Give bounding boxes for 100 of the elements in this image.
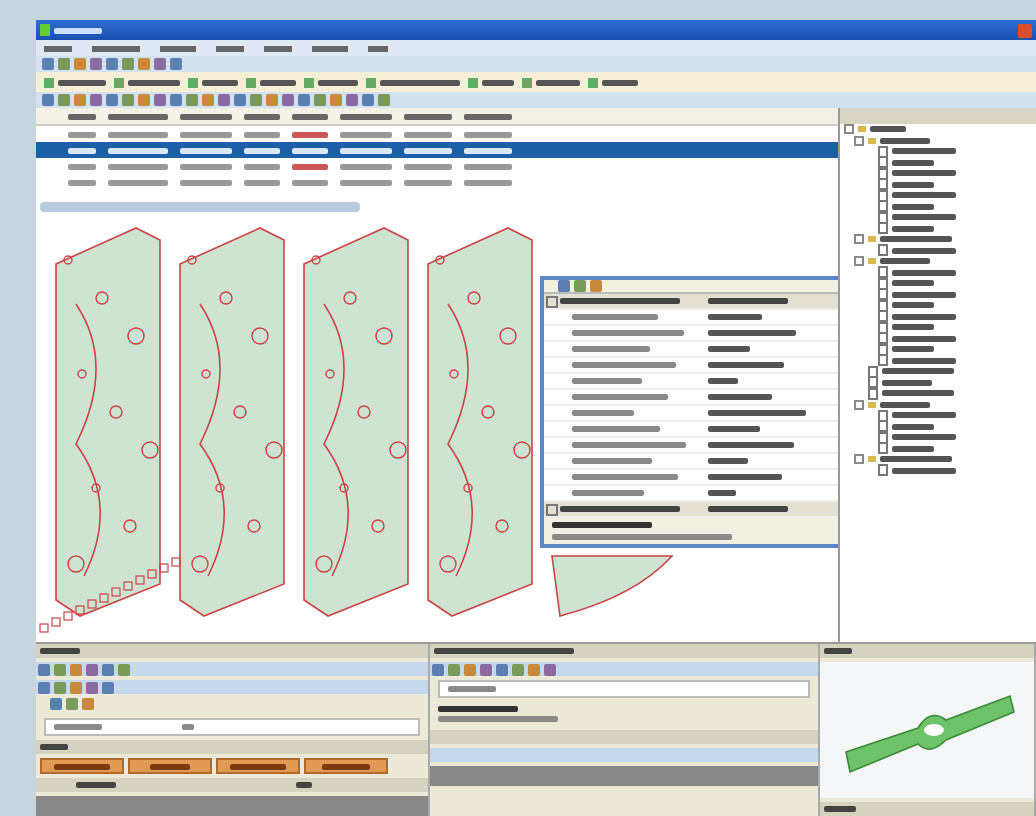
blurred-text	[708, 314, 762, 320]
blurred-text	[340, 131, 392, 137]
blurred-text	[244, 179, 280, 185]
blurred-text	[708, 490, 736, 496]
blurred-text	[892, 357, 956, 364]
blurred-text	[180, 113, 232, 119]
blurred-text	[54, 724, 102, 730]
input-field[interactable]	[44, 718, 420, 736]
blurred-text	[128, 79, 180, 85]
blurred-text	[292, 179, 328, 185]
collapse-icon[interactable]	[854, 135, 864, 146]
blurred-text	[244, 131, 280, 137]
blurred-text	[892, 434, 956, 441]
blurred-text	[708, 410, 806, 416]
blurred-text	[404, 113, 452, 119]
blurred-text	[572, 473, 678, 480]
blurred-text	[892, 269, 956, 276]
panel-tab[interactable]	[40, 758, 124, 774]
blurred-text	[882, 390, 954, 397]
blurred-text	[824, 648, 852, 654]
collapse-icon[interactable]	[854, 256, 864, 267]
collapse-icon[interactable]	[546, 503, 558, 515]
blurred-text	[482, 79, 514, 85]
toolbar-button[interactable]	[304, 77, 358, 87]
toolbar-button[interactable]	[114, 77, 180, 87]
blurred-text	[68, 147, 96, 153]
blurred-text	[68, 113, 96, 119]
menu-item[interactable]	[216, 45, 244, 51]
blurred-text	[438, 706, 518, 712]
blurred-text	[708, 362, 784, 368]
blurred-text	[892, 214, 956, 221]
blurred-text	[58, 79, 106, 85]
blurred-text	[150, 763, 190, 769]
blurred-text	[708, 298, 788, 304]
property-group-row[interactable]	[544, 502, 838, 518]
table-row[interactable]	[36, 142, 838, 158]
menu-item[interactable]	[92, 45, 140, 51]
blurred-text	[572, 377, 642, 384]
blurred-text	[572, 329, 684, 336]
blurred-text	[464, 147, 512, 153]
toolbar-button[interactable]	[522, 77, 580, 87]
property-group-row[interactable]	[544, 294, 838, 310]
blurred-text	[708, 506, 788, 512]
menu-item[interactable]	[44, 45, 72, 51]
blurred-text	[68, 163, 96, 169]
blurred-text	[892, 445, 934, 452]
menu-item[interactable]	[160, 45, 196, 51]
blurred-text	[108, 179, 168, 185]
blurred-text	[108, 113, 168, 119]
toolbar-button[interactable]	[188, 77, 238, 87]
toolbar-button[interactable]	[468, 77, 514, 87]
blurred-text	[892, 324, 934, 331]
blurred-text	[892, 302, 934, 309]
scrollbar[interactable]	[40, 202, 360, 212]
blurred-text	[340, 147, 392, 153]
blurred-text	[708, 346, 750, 352]
blurred-text	[892, 225, 934, 232]
blurred-text	[464, 113, 512, 119]
blurred-text	[892, 280, 934, 287]
blurred-text	[572, 345, 650, 352]
blurred-text	[708, 378, 738, 384]
blurred-text	[880, 258, 930, 265]
panel-tab[interactable]	[216, 758, 300, 774]
blurred-text	[892, 423, 934, 430]
collapse-icon[interactable]	[854, 399, 864, 410]
blurred-text	[244, 147, 280, 153]
menu-item[interactable]	[312, 45, 348, 51]
blurred-text	[292, 131, 328, 137]
blurred-text	[892, 412, 956, 419]
blurred-text	[464, 131, 512, 137]
blurred-text	[40, 744, 68, 750]
blurred-text	[340, 113, 392, 119]
blurred-text	[882, 368, 954, 375]
menu-item[interactable]	[368, 45, 388, 51]
blurred-text	[708, 442, 794, 448]
blurred-text	[880, 456, 952, 463]
toolbar-button[interactable]	[44, 77, 106, 87]
blurred-text	[404, 147, 452, 153]
toolbar-button[interactable]	[246, 77, 296, 87]
toolbar-button[interactable]	[366, 77, 460, 87]
blurred-text	[292, 113, 328, 119]
blurred-text	[892, 467, 956, 474]
collapse-icon[interactable]	[854, 454, 864, 465]
panel-tab[interactable]	[128, 758, 212, 774]
blurred-text	[464, 163, 512, 169]
blurred-text	[54, 763, 110, 769]
toolbar-icon	[588, 77, 598, 87]
blurred-text	[880, 236, 952, 243]
blurred-text	[244, 163, 280, 169]
collapse-icon[interactable]	[844, 124, 854, 135]
toolbar-icon	[522, 77, 532, 87]
panel-tab[interactable]	[304, 758, 388, 774]
collapse-icon[interactable]	[854, 234, 864, 245]
toolbar-button[interactable]	[588, 77, 638, 87]
blurred-text	[602, 79, 638, 85]
blurred-text	[892, 346, 934, 353]
menu-item[interactable]	[264, 45, 292, 51]
collapse-icon[interactable]	[546, 295, 558, 307]
blurred-text	[870, 126, 906, 133]
input-field[interactable]	[438, 680, 810, 698]
